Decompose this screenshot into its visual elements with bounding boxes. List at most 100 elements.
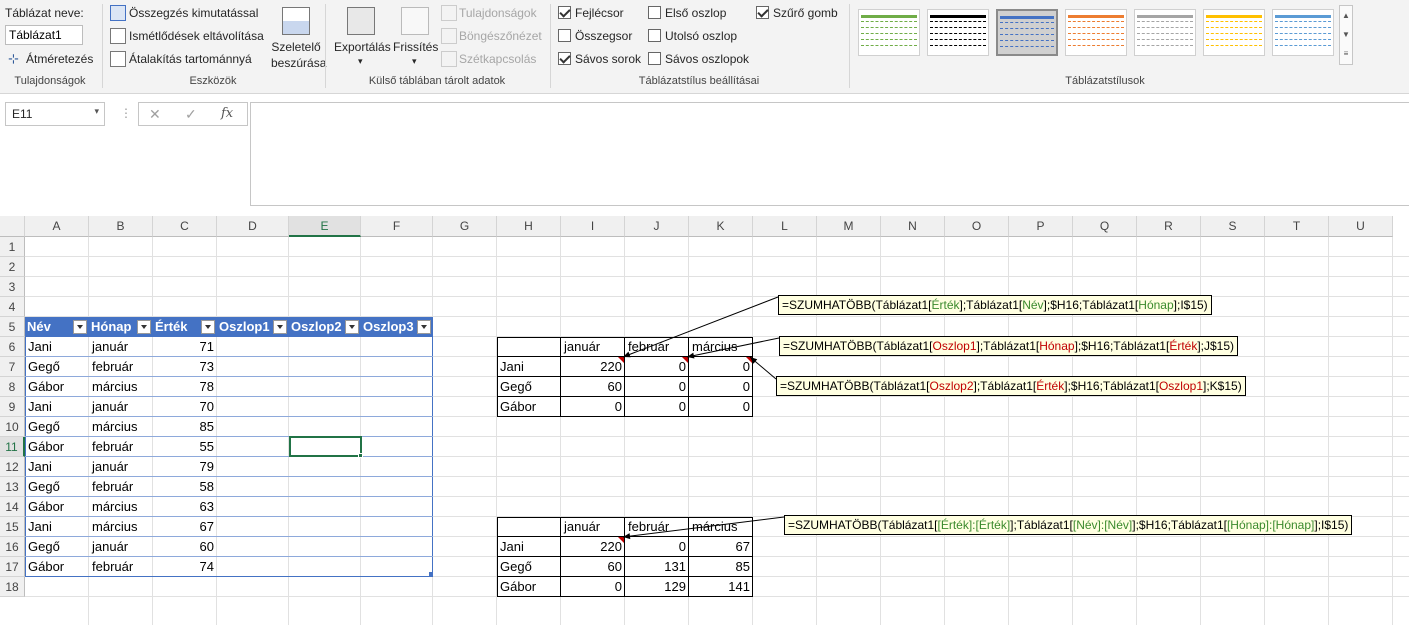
total-row-checkbox[interactable] [558,29,571,42]
table-cell[interactable]: 70 [153,397,217,417]
summary2-value[interactable]: 141 [689,577,753,597]
summary1-value[interactable]: 60 [561,377,625,397]
column-header[interactable]: F [361,216,433,237]
summary1-month-header[interactable]: január [561,337,625,357]
row-header[interactable]: 18 [0,577,25,597]
column-header[interactable]: C [153,216,217,237]
remove-duplicates-button[interactable]: Ismétlődések eltávolítása [129,28,264,44]
summary1-value[interactable]: 0 [689,377,753,397]
filter-button-checkbox[interactable] [756,6,769,19]
column-header[interactable]: U [1329,216,1393,237]
table-cell[interactable]: Gegő [25,477,89,497]
summary2-value[interactable]: 0 [625,537,689,557]
filter-dropdown-icon[interactable] [137,320,151,334]
unlink-button[interactable]: Szétkapcsolás [459,51,536,67]
insert-function-icon[interactable]: fx [221,106,233,121]
properties-button[interactable]: Tulajdonságok [459,5,537,21]
row-header[interactable]: 13 [0,477,25,497]
table-resize-handle[interactable] [429,572,433,576]
summary2-value[interactable]: 131 [625,557,689,577]
browser-view-button[interactable]: Böngészőnézet [459,28,542,44]
summary2-month-header[interactable]: február [625,517,689,537]
column-header[interactable]: K [689,216,753,237]
table-cell[interactable]: március [89,517,153,537]
summary1-value[interactable]: 0 [625,377,689,397]
summary1-value[interactable]: 220 [561,357,625,377]
summary2-value[interactable]: 220 [561,537,625,557]
table-cell[interactable]: február [89,477,153,497]
table-header-cell[interactable]: Érték [153,317,217,337]
summary2-month-header[interactable]: január [561,517,625,537]
table-cell[interactable]: Gegő [25,357,89,377]
table-style-swatch[interactable] [1134,9,1196,56]
summary1-value[interactable]: 0 [561,397,625,417]
row-header[interactable]: 11 [0,437,25,457]
table-cell[interactable]: február [89,437,153,457]
table-cell[interactable]: január [89,537,153,557]
table-cell[interactable]: Gábor [25,377,89,397]
table-cell[interactable]: 60 [153,537,217,557]
table-cell[interactable]: február [89,357,153,377]
table-header-cell[interactable]: Név [25,317,89,337]
table-cell[interactable]: január [89,457,153,477]
summary2-value[interactable]: 67 [689,537,753,557]
column-header[interactable]: M [817,216,881,237]
table-cell[interactable]: Gegő [25,417,89,437]
table-style-swatch[interactable] [996,9,1058,56]
table-header-cell[interactable]: Oszlop1 [217,317,289,337]
active-cell-E11[interactable] [289,436,362,457]
convert-to-range-button[interactable]: Átalakítás tartománnyá [129,51,252,67]
row-header[interactable]: 4 [0,297,25,317]
comment-indicator-icon[interactable] [746,357,752,363]
table-cell[interactable]: Gábor [25,497,89,517]
name-box[interactable]: E11 ▾ [5,102,105,126]
table-style-swatch[interactable] [858,9,920,56]
column-header[interactable]: Q [1073,216,1137,237]
table-style-swatch[interactable] [927,9,989,56]
filter-dropdown-icon[interactable] [73,320,87,334]
column-header[interactable]: H [497,216,561,237]
summary2-name[interactable]: Gábor [497,577,561,597]
row-header[interactable]: 3 [0,277,25,297]
row-header[interactable]: 6 [0,337,25,357]
filter-dropdown-icon[interactable] [345,320,359,334]
table-cell[interactable]: március [89,377,153,397]
table-cell[interactable]: Jani [25,397,89,417]
summary1-name[interactable]: Jani [497,357,561,377]
table-cell[interactable]: 79 [153,457,217,477]
row-header[interactable]: 16 [0,537,25,557]
summary1-month-header[interactable]: február [625,337,689,357]
table-header-cell[interactable]: Hónap [89,317,153,337]
summary2-value[interactable]: 60 [561,557,625,577]
column-header[interactable]: S [1201,216,1265,237]
filter-dropdown-icon[interactable] [417,320,431,334]
first-column-checkbox[interactable] [648,6,661,19]
table-cell[interactable]: Jani [25,337,89,357]
column-header[interactable]: D [217,216,289,237]
summary2-value[interactable]: 0 [561,577,625,597]
row-header[interactable]: 9 [0,397,25,417]
column-header[interactable]: R [1137,216,1201,237]
summary1-month-header[interactable]: március [689,337,753,357]
table-cell[interactable]: 63 [153,497,217,517]
column-header[interactable]: G [433,216,497,237]
table-name-input[interactable] [5,25,83,45]
table-cell[interactable]: 58 [153,477,217,497]
resize-table-button[interactable]: Átméretezés [26,51,93,67]
column-header[interactable]: B [89,216,153,237]
row-header[interactable]: 5 [0,317,25,337]
table-cell[interactable]: január [89,397,153,417]
table-cell[interactable]: Gábor [25,437,89,457]
column-header[interactable]: I [561,216,625,237]
table-cell[interactable]: 74 [153,557,217,577]
row-header[interactable]: 14 [0,497,25,517]
table-cell[interactable]: Jani [25,517,89,537]
comment-indicator-icon[interactable] [618,357,624,363]
table-cell[interactable]: március [89,497,153,517]
summary1-value[interactable]: 0 [625,357,689,377]
summary2-value[interactable]: 129 [625,577,689,597]
table-cell[interactable]: 67 [153,517,217,537]
header-row-checkbox[interactable] [558,6,571,19]
table-cell[interactable]: 71 [153,337,217,357]
table-cell[interactable]: 78 [153,377,217,397]
